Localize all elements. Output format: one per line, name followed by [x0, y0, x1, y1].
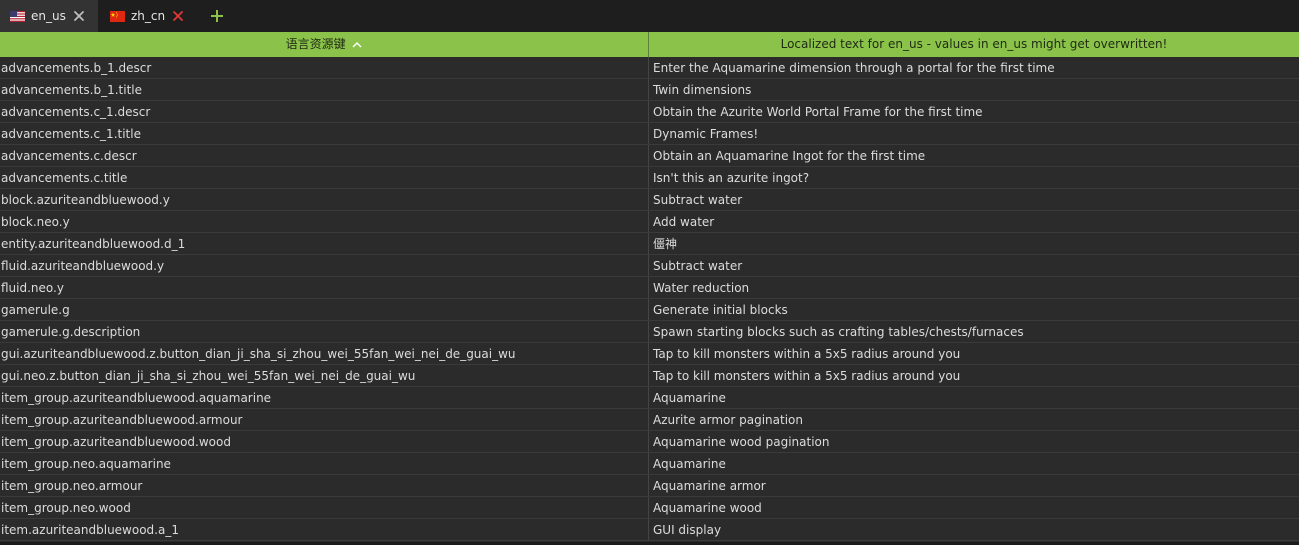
key-cell[interactable]: item_group.neo.wood: [0, 497, 649, 518]
sort-ascending-icon: [352, 41, 362, 48]
key-cell[interactable]: item.azuriteandbluewood.a_1: [0, 519, 649, 540]
value-cell[interactable]: Twin dimensions: [649, 79, 1299, 100]
table-header: 语言资源键 Localized text for en_us - values …: [0, 32, 1299, 57]
value-cell[interactable]: Isn't this an azurite ingot?: [649, 167, 1299, 188]
key-cell[interactable]: item_group.neo.aquamarine: [0, 453, 649, 474]
value-cell[interactable]: GUI display: [649, 519, 1299, 540]
key-cell[interactable]: item_group.azuriteandbluewood.armour: [0, 409, 649, 430]
table-row[interactable]: gamerule.g Generate initial blocks: [0, 299, 1299, 321]
us-flag-icon: [10, 10, 25, 22]
table-row[interactable]: item_group.neo.aquamarine Aquamarine: [0, 453, 1299, 475]
value-cell[interactable]: Spawn starting blocks such as crafting t…: [649, 321, 1299, 342]
key-cell[interactable]: advancements.c_1.title: [0, 123, 649, 144]
table-row[interactable]: fluid.neo.y Water reduction: [0, 277, 1299, 299]
close-icon[interactable]: [171, 9, 185, 23]
key-cell[interactable]: advancements.c.title: [0, 167, 649, 188]
key-cell[interactable]: gui.azuriteandbluewood.z.button_dian_ji_…: [0, 343, 649, 364]
table-row[interactable]: item.azuriteandbluewood.a_1 GUI display: [0, 519, 1299, 541]
value-cell[interactable]: Aquamarine wood: [649, 497, 1299, 518]
value-cell[interactable]: Water reduction: [649, 277, 1299, 298]
value-cell[interactable]: Obtain the Azurite World Portal Frame fo…: [649, 101, 1299, 122]
value-cell[interactable]: Aquamarine armor: [649, 475, 1299, 496]
tab-label: zh_cn: [131, 9, 166, 23]
table-row[interactable]: item_group.azuriteandbluewood.aquamarine…: [0, 387, 1299, 409]
table-row[interactable]: gui.neo.z.button_dian_ji_sha_si_zhou_wei…: [0, 365, 1299, 387]
key-cell[interactable]: item_group.azuriteandbluewood.wood: [0, 431, 649, 452]
value-cell[interactable]: Generate initial blocks: [649, 299, 1299, 320]
table-row[interactable]: advancements.c_1.title Dynamic Frames!: [0, 123, 1299, 145]
tab-zh-cn[interactable]: zh_cn: [100, 0, 196, 32]
column-header-label: 语言资源键: [285, 37, 346, 51]
value-cell[interactable]: 僵神: [649, 233, 1299, 254]
tab-en-us[interactable]: en_us: [0, 0, 98, 32]
value-cell[interactable]: Tap to kill monsters within a 5x5 radius…: [649, 343, 1299, 364]
value-cell[interactable]: Dynamic Frames!: [649, 123, 1299, 144]
value-cell[interactable]: Aquamarine: [649, 387, 1299, 408]
add-tab-plus-icon[interactable]: [209, 8, 225, 24]
tab-bar: en_us zh_cn: [0, 0, 1299, 32]
key-cell[interactable]: gui.neo.z.button_dian_ji_sha_si_zhou_wei…: [0, 365, 649, 386]
value-cell[interactable]: Enter the Aquamarine dimension through a…: [649, 57, 1299, 78]
close-icon[interactable]: [72, 9, 86, 23]
key-cell[interactable]: item_group.neo.armour: [0, 475, 649, 496]
tab-label: en_us: [31, 9, 66, 23]
key-cell[interactable]: fluid.azuriteandbluewood.y: [0, 255, 649, 276]
key-cell[interactable]: advancements.c.descr: [0, 145, 649, 166]
value-cell[interactable]: Aquamarine wood pagination: [649, 431, 1299, 452]
key-cell[interactable]: advancements.c_1.descr: [0, 101, 649, 122]
value-cell[interactable]: Subtract water: [649, 255, 1299, 276]
column-header-key[interactable]: 语言资源键: [0, 32, 649, 57]
key-cell[interactable]: entity.azuriteandbluewood.d_1: [0, 233, 649, 254]
table-row[interactable]: gui.azuriteandbluewood.z.button_dian_ji_…: [0, 343, 1299, 365]
column-header-label: Localized text for en_us - values in en_…: [780, 37, 1168, 51]
table-row[interactable]: advancements.b_1.title Twin dimensions: [0, 79, 1299, 101]
key-cell[interactable]: item_group.azuriteandbluewood.aquamarine: [0, 387, 649, 408]
table-row[interactable]: block.neo.y Add water: [0, 211, 1299, 233]
value-cell[interactable]: Aquamarine: [649, 453, 1299, 474]
key-cell[interactable]: fluid.neo.y: [0, 277, 649, 298]
key-cell[interactable]: block.neo.y: [0, 211, 649, 232]
value-cell[interactable]: Subtract water: [649, 189, 1299, 210]
table-row[interactable]: item_group.azuriteandbluewood.wood Aquama…: [0, 431, 1299, 453]
value-cell[interactable]: Tap to kill monsters within a 5x5 radius…: [649, 365, 1299, 386]
table-row[interactable]: entity.azuriteandbluewood.d_1 僵神: [0, 233, 1299, 255]
key-cell[interactable]: advancements.b_1.title: [0, 79, 649, 100]
table-body: advancements.b_1.descr Enter the Aquamari…: [0, 57, 1299, 541]
table-row[interactable]: advancements.c.title Isn't this an azurit…: [0, 167, 1299, 189]
table-row[interactable]: item_group.neo.armour Aquamarine armor: [0, 475, 1299, 497]
value-cell[interactable]: Obtain an Aquamarine Ingot for the first…: [649, 145, 1299, 166]
value-cell[interactable]: Add water: [649, 211, 1299, 232]
table-row[interactable]: advancements.b_1.descr Enter the Aquamari…: [0, 57, 1299, 79]
table-row[interactable]: advancements.c_1.descr Obtain the Azurite…: [0, 101, 1299, 123]
table-row[interactable]: gamerule.g.description Spawn starting blo…: [0, 321, 1299, 343]
key-cell[interactable]: gamerule.g: [0, 299, 649, 320]
table-row[interactable]: item_group.neo.wood Aquamarine wood: [0, 497, 1299, 519]
table-row[interactable]: item_group.azuriteandbluewood.armour Azur…: [0, 409, 1299, 431]
column-header-value[interactable]: Localized text for en_us - values in en_…: [649, 32, 1299, 57]
table-row[interactable]: advancements.c.descr Obtain an Aquamarine…: [0, 145, 1299, 167]
key-cell[interactable]: advancements.b_1.descr: [0, 57, 649, 78]
table-row[interactable]: block.azuriteandbluewood.y Subtract water: [0, 189, 1299, 211]
value-cell[interactable]: Azurite armor pagination: [649, 409, 1299, 430]
table-row[interactable]: fluid.azuriteandbluewood.y Subtract water: [0, 255, 1299, 277]
china-flag-icon: [110, 10, 125, 22]
key-cell[interactable]: block.azuriteandbluewood.y: [0, 189, 649, 210]
key-cell[interactable]: gamerule.g.description: [0, 321, 649, 342]
